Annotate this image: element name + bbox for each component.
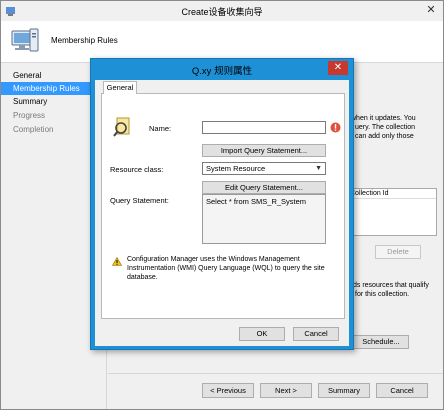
import-query-button[interactable]: Import Query Statement...: [202, 144, 326, 157]
column-header-collection-id[interactable]: Collection Id: [342, 189, 436, 199]
name-label: Name:: [149, 124, 172, 133]
next-button[interactable]: Next >: [260, 383, 312, 398]
query-statement-label: Query Statement:: [110, 196, 169, 205]
query-icon: [113, 117, 130, 137]
background-text: for this collection.: [355, 291, 410, 298]
chevron-down-icon: ▼: [315, 165, 322, 172]
background-text: when it updates. You: [351, 115, 416, 122]
wizard-title: Create设备收集向导: [181, 7, 263, 17]
background-text: uery. The collection: [355, 124, 416, 131]
wql-note: Configuration Manager uses the Windows M…: [127, 256, 325, 281]
dialog-titlebar: Q.xy 规则属性 ✕: [91, 59, 353, 79]
resource-class-value: System Resource: [206, 164, 266, 173]
wizard-header: Membership Rules: [1, 21, 443, 63]
warning-icon: [112, 257, 122, 266]
tab-general[interactable]: General: [103, 81, 137, 94]
computer-icon: [11, 28, 39, 52]
query-statement-box[interactable]: Select * from SMS_R_System: [202, 194, 326, 244]
dialog-body: General Name: Import Query Statement... …: [95, 80, 349, 346]
tab-panel-general: Name: Import Query Statement... Resource…: [101, 93, 345, 319]
cancel-button[interactable]: Cancel: [376, 383, 428, 398]
resource-class-label: Resource class:: [110, 165, 164, 174]
error-icon: [330, 122, 341, 133]
divider: [108, 373, 443, 374]
wizard-titlebar: Create设备收集向导 ✕: [1, 1, 443, 21]
close-icon[interactable]: ✕: [425, 4, 437, 16]
background-text: can add only those: [355, 133, 414, 140]
name-input[interactable]: [202, 121, 326, 134]
page-title: Membership Rules: [51, 36, 118, 45]
dialog-title: Q.xy 规则属性: [191, 66, 253, 77]
summary-button[interactable]: Summary: [318, 383, 370, 398]
query-rule-properties-dialog: Q.xy 规则属性 ✕ General Name: Import Query S…: [90, 58, 354, 350]
ok-button[interactable]: OK: [239, 327, 285, 341]
edit-query-button[interactable]: Edit Query Statement...: [202, 181, 326, 194]
dialog-cancel-button[interactable]: Cancel: [293, 327, 339, 341]
previous-button[interactable]: < Previous: [202, 383, 254, 398]
resource-class-select[interactable]: System Resource ▼: [202, 162, 326, 175]
membership-rules-list[interactable]: Collection Id: [341, 188, 437, 236]
close-icon[interactable]: ✕: [328, 61, 348, 75]
delete-button[interactable]: Delete: [375, 245, 421, 259]
background-text: ds resources that qualify: [353, 282, 429, 289]
schedule-button[interactable]: Schedule...: [353, 335, 409, 349]
